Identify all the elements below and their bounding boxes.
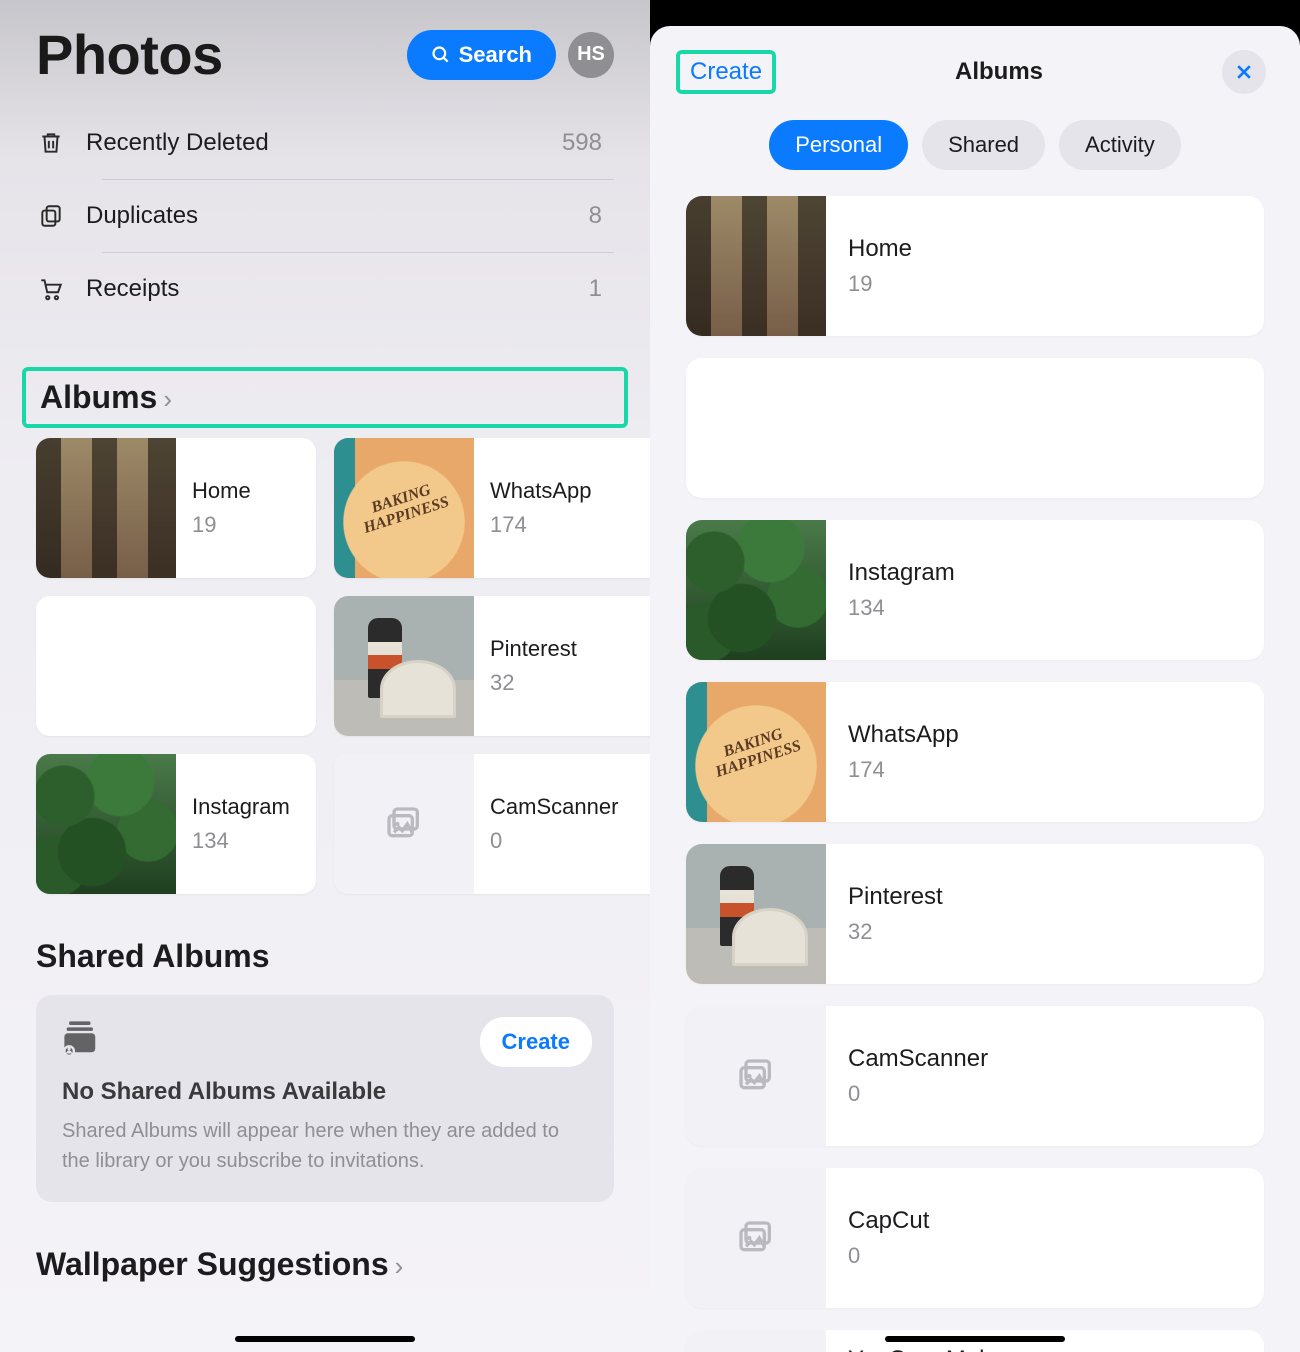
list-item[interactable]: CapCut 0 [686, 1168, 1264, 1308]
album-name: Home [848, 235, 912, 263]
album-thumbnail [686, 844, 826, 984]
chevron-right-icon: › [395, 1251, 404, 1282]
shared-headline: No Shared Albums Available [62, 1078, 588, 1106]
album-count: 0 [848, 1081, 988, 1107]
album-count: 19 [192, 512, 251, 538]
utility-receipts[interactable]: Receipts 1 [36, 253, 614, 325]
duplicate-icon [36, 203, 66, 229]
album-thumbnail [686, 1168, 826, 1308]
album-card-home[interactable]: Home 19 [36, 438, 316, 578]
album-card-pinterest[interactable]: Pinterest 32 [334, 596, 650, 736]
album-thumbnail [36, 754, 176, 894]
trash-icon [36, 130, 66, 156]
search-label: Search [459, 42, 532, 68]
utility-label: Duplicates [86, 202, 569, 230]
album-name: Home [192, 478, 251, 504]
list-item[interactable]: Pinterest 32 [686, 844, 1264, 984]
section-title: Albums [40, 379, 157, 416]
cart-icon [36, 276, 66, 302]
utility-count: 1 [589, 275, 602, 303]
albums-heading[interactable]: Albums › [40, 379, 618, 416]
album-count: 32 [848, 919, 943, 945]
album-thumbnail [686, 196, 826, 336]
album-name: WhatsApp [848, 721, 959, 749]
album-name: WhatsApp [490, 478, 592, 504]
album-count: 32 [490, 670, 577, 696]
album-name: CapCut [848, 1207, 929, 1235]
photos-screen: Photos Search HS Recently Deleted 598 [0, 0, 650, 1352]
tab-personal[interactable]: Personal [769, 120, 908, 170]
utility-duplicates[interactable]: Duplicates 8 [36, 180, 614, 252]
album-name: Pinterest [490, 636, 577, 662]
album-card-whatsapp[interactable]: WhatsApp 174 [334, 438, 650, 578]
shared-body: Shared Albums will appear here when they… [62, 1116, 588, 1176]
album-name: Pinterest [848, 883, 943, 911]
album-list[interactable]: Home 19 Instagram 134 WhatsApp 174 Pinteres… [650, 196, 1300, 1352]
album-thumbnail [686, 1330, 826, 1352]
album-thumbnail [334, 438, 474, 578]
album-count: 0 [490, 828, 618, 854]
album-name: Instagram [848, 559, 955, 587]
avatar[interactable]: HS [568, 32, 614, 78]
section-title: Shared Albums [36, 938, 270, 975]
list-item[interactable]: WhatsApp 174 [686, 682, 1264, 822]
album-name: Instagram [192, 794, 290, 820]
album-count: 134 [192, 828, 290, 854]
album-thumbnail [686, 682, 826, 822]
album-card-instagram[interactable]: Instagram 134 [36, 754, 316, 894]
sheet-title: Albums [776, 58, 1222, 86]
list-item[interactable] [686, 358, 1264, 498]
albums-sheet: Create Albums Personal Shared Activity H… [650, 26, 1300, 1352]
tab-activity[interactable]: Activity [1059, 120, 1181, 170]
close-icon [1234, 62, 1254, 82]
shared-create-button[interactable]: Create [480, 1017, 592, 1067]
album-name: YouCam Makeup [848, 1346, 1031, 1352]
album-count: 0 [848, 1243, 929, 1269]
sheet-header: Create Albums [650, 42, 1300, 116]
section-title: Wallpaper Suggestions [36, 1246, 389, 1283]
home-indicator[interactable] [885, 1336, 1065, 1342]
album-count: 19 [848, 271, 912, 297]
album-name: CamScanner [490, 794, 618, 820]
album-card-blank[interactable] [36, 596, 316, 736]
album-thumbnail [36, 438, 176, 578]
album-count: 174 [848, 757, 959, 783]
list-item[interactable]: Home 19 [686, 196, 1264, 336]
albums-heading-highlight: Albums › [22, 367, 628, 428]
album-thumbnail [686, 358, 826, 498]
utility-recently-deleted[interactable]: Recently Deleted 598 [36, 107, 614, 179]
album-name: CamScanner [848, 1045, 988, 1073]
create-highlight: Create [676, 50, 776, 94]
tab-shared[interactable]: Shared [922, 120, 1045, 170]
album-thumbnail [334, 596, 474, 736]
utility-count: 8 [589, 202, 602, 230]
shared-albums-heading: Shared Albums [36, 938, 614, 975]
search-button[interactable]: Search [407, 30, 556, 80]
photos-header: Photos Search HS [36, 0, 614, 107]
page-title: Photos [36, 22, 223, 87]
utility-count: 598 [562, 129, 602, 157]
album-thumbnail [686, 520, 826, 660]
search-icon [431, 45, 451, 65]
close-button[interactable] [1222, 50, 1266, 94]
album-grid: Home 19 WhatsApp 174 [36, 438, 614, 894]
list-item[interactable]: CamScanner 0 [686, 1006, 1264, 1146]
shared-albums-card: Create No Shared Albums Available Shared… [36, 995, 614, 1202]
album-thumbnail [36, 596, 176, 736]
albums-sheet-screen: Create Albums Personal Shared Activity H… [650, 0, 1300, 1352]
album-count: 134 [848, 595, 955, 621]
chevron-right-icon: › [163, 384, 172, 415]
album-thumbnail [334, 754, 474, 894]
list-item[interactable]: Instagram 134 [686, 520, 1264, 660]
utility-label: Recently Deleted [86, 129, 542, 157]
album-count: 174 [490, 512, 592, 538]
utilities-card: Recently Deleted 598 Duplicates 8 Receip… [36, 107, 614, 325]
wallpaper-heading[interactable]: Wallpaper Suggestions › [36, 1246, 614, 1283]
album-thumbnail [686, 1006, 826, 1146]
home-indicator[interactable] [235, 1336, 415, 1342]
album-card-camscanner[interactable]: CamScanner 0 [334, 754, 650, 894]
utility-label: Receipts [86, 275, 569, 303]
create-button[interactable]: Create [690, 58, 762, 85]
album-scope-segment: Personal Shared Activity [650, 116, 1300, 196]
